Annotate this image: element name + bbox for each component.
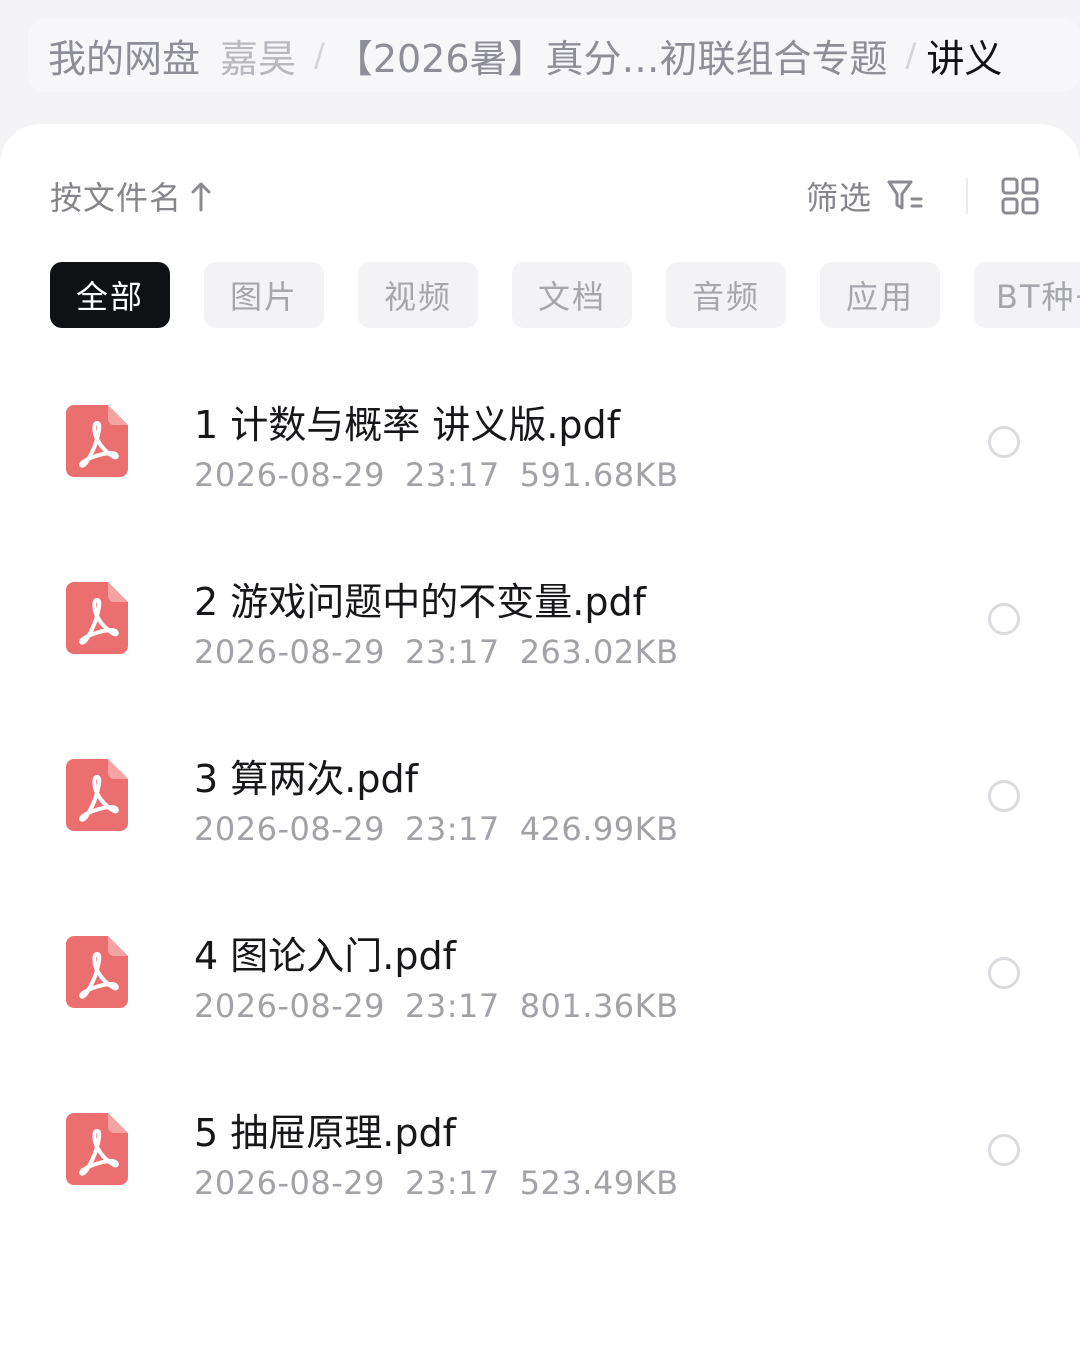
breadcrumb-separator: / <box>905 36 917 74</box>
file-date: 2026-08-29 <box>194 633 385 671</box>
pdf-file-icon <box>66 1113 128 1185</box>
list-item[interactable]: 4 图论入门.pdf 2026-08-29 23:17 801.36KB <box>0 891 1080 1068</box>
file-browser-page: 我的网盘 嘉昊 / 【2026暑】真分…初联组合专题 / 讲义 按文件名 筛选 <box>0 0 1080 1366</box>
tab-documents[interactable]: 文档 <box>512 262 632 328</box>
select-checkbox[interactable] <box>988 426 1020 458</box>
tab-videos[interactable]: 视频 <box>358 262 478 328</box>
file-date: 2026-08-29 <box>194 810 385 848</box>
filter-icon <box>887 180 923 210</box>
file-date: 2026-08-29 <box>194 456 385 494</box>
file-date: 2026-08-29 <box>194 987 385 1025</box>
breadcrumb: 我的网盘 嘉昊 / 【2026暑】真分…初联组合专题 / 讲义 <box>28 18 1080 92</box>
select-checkbox[interactable] <box>988 780 1020 812</box>
pdf-file-icon <box>66 582 128 654</box>
file-list-card: 按文件名 筛选 全部 图片 视频 文档 音频 应用 BT种 1 计数与概率 讲义… <box>0 124 1080 1366</box>
file-type-tabs: 全部 图片 视频 文档 音频 应用 BT种子 <box>50 262 1080 330</box>
breadcrumb-item-course[interactable]: 【2026暑】真分…初联组合专题 <box>335 28 888 83</box>
file-list: 1 计数与概率 讲义版.pdf 2026-08-29 23:17 591.68KB … <box>0 360 1080 1245</box>
file-name: 4 图论入门.pdf <box>194 934 456 978</box>
select-checkbox[interactable] <box>988 957 1020 989</box>
file-size: 426.99KB <box>519 810 679 848</box>
tab-all[interactable]: 全部 <box>50 262 170 328</box>
list-item[interactable]: 2 游戏问题中的不变量.pdf 2026-08-29 23:17 263.02KB <box>0 537 1080 714</box>
file-size: 523.49KB <box>519 1164 679 1202</box>
select-checkbox[interactable] <box>988 1134 1020 1166</box>
arrow-up-icon <box>191 182 211 212</box>
file-time: 23:17 <box>404 810 500 848</box>
list-item[interactable]: 3 算两次.pdf 2026-08-29 23:17 426.99KB <box>0 714 1080 891</box>
tab-audio[interactable]: 音频 <box>666 262 786 328</box>
file-name: 2 游戏问题中的不变量.pdf <box>194 580 646 624</box>
file-name: 5 抽屉原理.pdf <box>194 1111 456 1155</box>
list-item[interactable]: 1 计数与概率 讲义版.pdf 2026-08-29 23:17 591.68KB <box>0 360 1080 537</box>
file-time: 23:17 <box>404 456 500 494</box>
toolbar-divider <box>966 178 968 214</box>
breadcrumb-separator: / <box>314 36 325 74</box>
filter-label: 筛选 <box>805 179 872 217</box>
tab-images[interactable]: 图片 <box>204 262 324 328</box>
grid-view-icon[interactable] <box>1000 176 1040 216</box>
file-meta: 2026-08-29 23:17 591.68KB <box>194 456 699 494</box>
select-checkbox[interactable] <box>988 603 1020 635</box>
file-size: 801.36KB <box>519 987 679 1025</box>
breadcrumb-item-root[interactable]: 我的网盘 <box>28 28 200 83</box>
tab-apps[interactable]: 应用 <box>820 262 940 328</box>
pdf-file-icon <box>66 759 128 831</box>
file-name: 1 计数与概率 讲义版.pdf <box>194 403 621 447</box>
file-meta: 2026-08-29 23:17 263.02KB <box>194 633 699 671</box>
file-size: 263.02KB <box>519 633 679 671</box>
tab-bt-torrents[interactable]: BT种子 <box>974 262 1080 328</box>
list-item[interactable]: 5 抽屉原理.pdf 2026-08-29 23:17 523.49KB <box>0 1068 1080 1245</box>
file-time: 23:17 <box>404 633 500 671</box>
breadcrumb-item-user[interactable]: 嘉昊 <box>200 28 296 83</box>
pdf-file-icon <box>66 405 128 477</box>
file-size: 591.68KB <box>519 456 679 494</box>
breadcrumb-item-current: 讲义 <box>926 36 1003 81</box>
file-meta: 2026-08-29 23:17 801.36KB <box>194 987 699 1025</box>
pdf-file-icon <box>66 936 128 1008</box>
file-meta: 2026-08-29 23:17 523.49KB <box>194 1164 699 1202</box>
file-time: 23:17 <box>404 987 500 1025</box>
sort-button[interactable]: 按文件名 <box>50 173 212 219</box>
toolbar: 按文件名 筛选 <box>50 174 1040 218</box>
file-name: 3 算两次.pdf <box>194 757 418 801</box>
file-date: 2026-08-29 <box>194 1164 385 1202</box>
filter-button[interactable]: 筛选 <box>806 173 924 219</box>
file-time: 23:17 <box>404 1164 500 1202</box>
sort-label: 按文件名 <box>50 179 183 217</box>
file-meta: 2026-08-29 23:17 426.99KB <box>194 810 699 848</box>
